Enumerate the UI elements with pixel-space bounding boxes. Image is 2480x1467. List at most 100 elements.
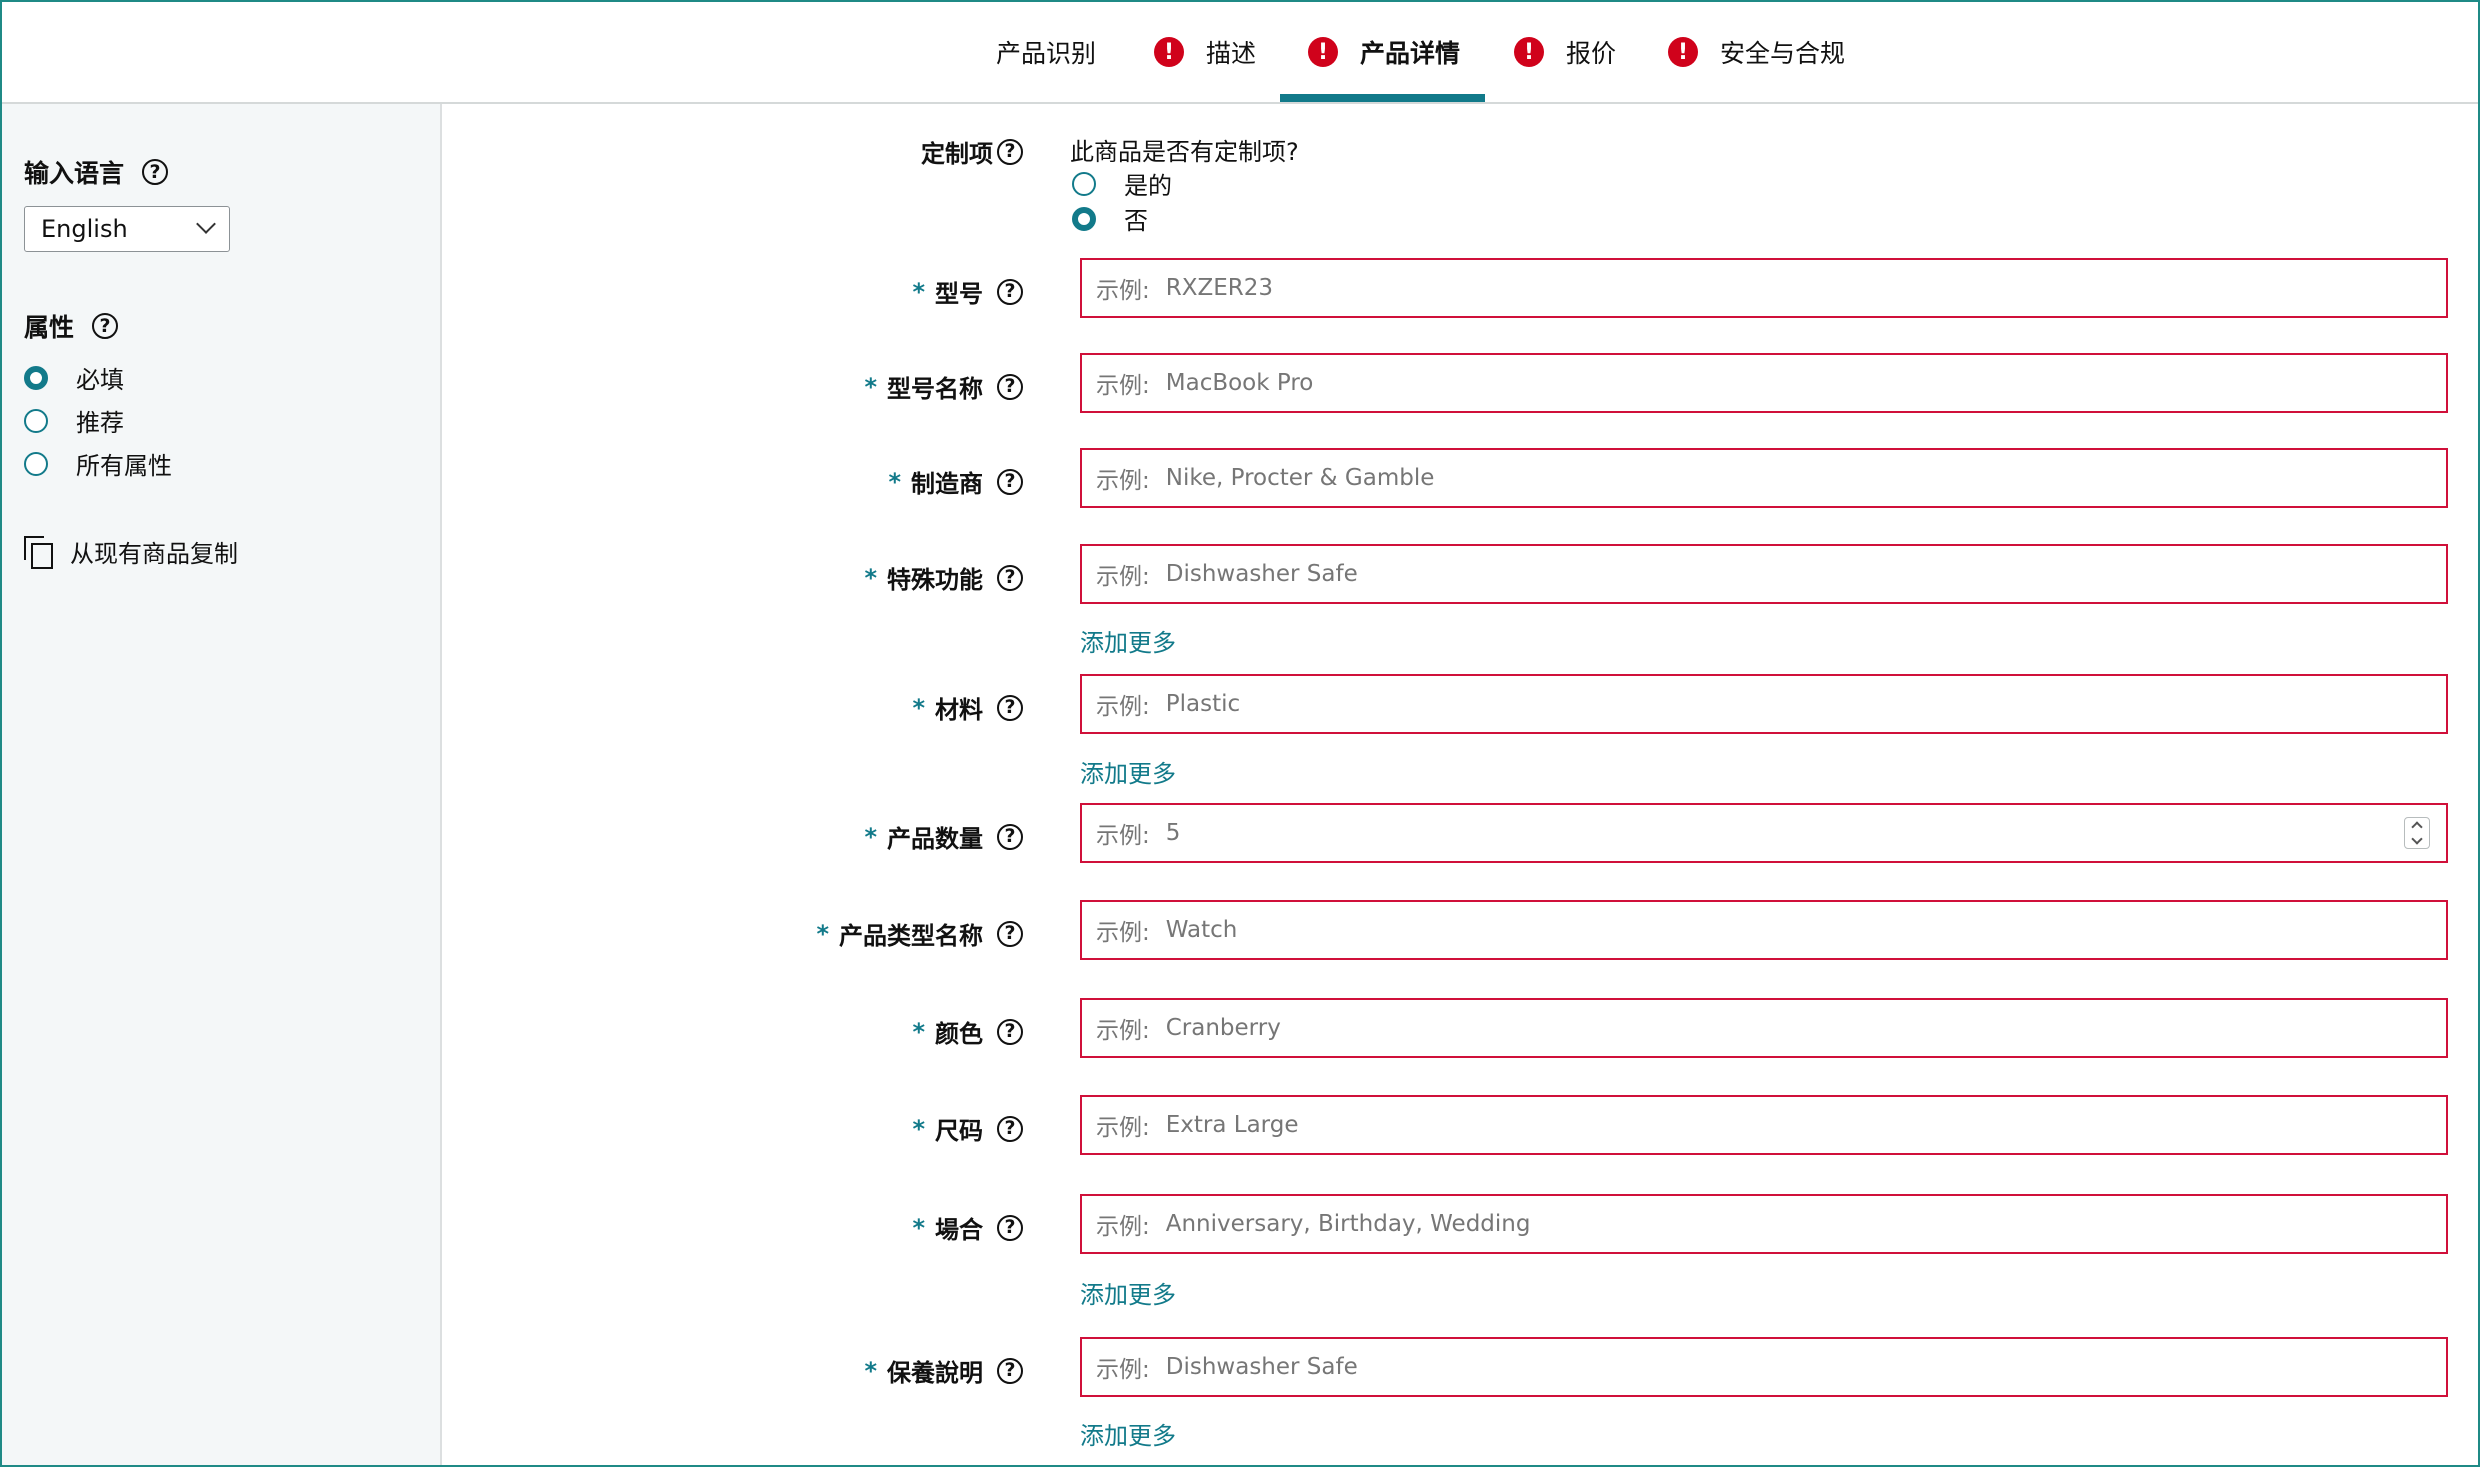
example-prefix: 示例: [1096,1357,1150,1383]
help-icon[interactable]: ? [997,1214,1023,1241]
field-label-manufacturer: * 制造商 ? [888,464,1023,499]
example-prefix: 示例: [1096,1214,1150,1240]
tab-bar: 产品识别 ! 描述 ! 产品详情 ! 报价 ! 安全与合规 [2,2,2478,104]
care-instructions-input[interactable]: 示例: Dishwasher Safe [1080,1337,2448,1397]
placeholder-text: Plastic [1165,691,1241,717]
add-more-link[interactable]: 添加更多 [1080,1416,1176,1451]
occasion-input[interactable]: 示例: Anniversary, Birthday, Wedding [1080,1194,2448,1254]
field-label-text: 材料 [935,696,983,724]
radio-button[interactable] [24,451,48,476]
material-input[interactable]: 示例: Plastic [1080,674,2448,734]
field-label-material: * 材料 ? [912,690,1023,725]
tab-safety-compliance[interactable]: ! 安全与合规 [1668,2,1845,102]
placeholder-text: Dishwasher Safe [1165,561,1358,587]
product-type-name-input[interactable]: 示例: Watch [1080,900,2448,960]
radio-button[interactable] [24,365,48,390]
placeholder-text: Extra Large [1165,1112,1299,1138]
attribute-filter-all[interactable]: 所有属性 [24,446,172,481]
tab-label: 产品详情 [1360,39,1461,68]
required-marker: * [888,467,901,496]
copy-label: 从现有商品复制 [70,540,238,568]
field-label: 定制项 [921,140,993,168]
field-label-occasion: * 場合 ? [912,1210,1023,1245]
attributes-heading-label: 属性 [24,313,75,342]
radio-button[interactable] [1072,206,1096,231]
radio-label: 否 [1124,207,1148,235]
error-icon: ! [1668,37,1698,67]
help-icon[interactable]: ? [997,564,1023,591]
example-prefix: 示例: [1096,823,1150,849]
required-marker: * [864,372,877,401]
size-input[interactable]: 示例: Extra Large [1080,1095,2448,1155]
error-icon: ! [1154,37,1184,67]
tab-label: 描述 [1206,39,1257,68]
chevron-down-icon [196,214,216,234]
attribute-filter-recommended[interactable]: 推荐 [24,403,124,438]
model-number-input[interactable]: 示例: RXZER23 [1080,258,2448,318]
attribute-filter-required[interactable]: 必填 [24,360,124,395]
tab-offer[interactable]: ! 报价 [1514,2,1616,102]
help-icon[interactable]: ? [997,278,1023,305]
add-more-link[interactable]: 添加更多 [1080,623,1176,658]
help-icon[interactable]: ? [997,1115,1023,1142]
active-tab-indicator [1280,94,1485,102]
copy-from-existing-link[interactable]: 从现有商品复制 [24,534,238,569]
required-marker: * [912,693,925,722]
manufacturer-input[interactable]: 示例: Nike, Procter & Gamble [1080,448,2448,508]
placeholder-text: MacBook Pro [1165,370,1314,396]
customization-option-yes[interactable]: 是的 [1072,166,1172,201]
help-icon[interactable]: ? [997,373,1023,400]
help-icon[interactable]: ? [997,920,1023,947]
customization-option-no[interactable]: 否 [1072,201,1148,236]
help-icon[interactable]: ? [997,468,1023,495]
language-select[interactable]: English [24,206,230,252]
help-icon[interactable]: ? [997,1357,1023,1384]
field-label-text: 型号名称 [887,375,983,403]
field-label-text: 場合 [935,1216,983,1244]
language-heading-label: 输入语言 [24,159,125,188]
field-label-text: 颜色 [935,1020,983,1048]
field-label-care-instructions: * 保養說明 ? [864,1353,1023,1388]
number-stepper[interactable] [2404,817,2430,849]
radio-button[interactable] [1072,171,1096,196]
add-more-link[interactable]: 添加更多 [1080,1275,1176,1310]
field-label-model-name: * 型号名称 ? [864,369,1023,404]
help-icon[interactable]: ? [997,138,1023,165]
required-marker: * [912,1017,925,1046]
placeholder-text: Cranberry [1165,1015,1281,1041]
help-icon[interactable]: ? [997,694,1023,721]
help-icon[interactable]: ? [142,159,169,185]
customization-label: 定制项 ? [921,134,1023,169]
placeholder-text: Watch [1165,917,1238,943]
help-icon[interactable]: ? [997,823,1023,850]
error-icon: ! [1514,37,1544,67]
radio-label: 必填 [76,366,124,394]
help-icon[interactable]: ? [997,1018,1023,1045]
field-label-color: * 颜色 ? [912,1014,1023,1049]
tab-product-details[interactable]: ! 产品详情 [1308,2,1460,102]
field-label-text: 特殊功能 [887,566,983,594]
item-quantity-input[interactable]: 示例: 5 [1080,803,2448,863]
help-icon[interactable]: ? [92,313,119,339]
field-label-text: 保養說明 [887,1359,983,1387]
example-prefix: 示例: [1096,468,1150,494]
tab-product-identity[interactable]: 产品识别 [996,2,1096,102]
radio-button[interactable] [24,408,48,433]
field-label-text: 制造商 [911,470,983,498]
model-name-input[interactable]: 示例: MacBook Pro [1080,353,2448,413]
tab-description[interactable]: ! 描述 [1154,2,1256,102]
special-feature-input[interactable]: 示例: Dishwasher Safe [1080,544,2448,604]
example-prefix: 示例: [1096,278,1150,304]
example-prefix: 示例: [1096,920,1150,946]
radio-label: 所有属性 [76,452,172,480]
add-more-link[interactable]: 添加更多 [1080,754,1176,789]
placeholder-text: 5 [1165,820,1181,846]
copy-icon [24,535,54,569]
field-label-text: 尺码 [935,1117,983,1145]
language-heading: 输入语言 ? [24,154,169,190]
customization-question: 此商品是否有定制项? [1070,138,1299,166]
field-label-model-number: * 型号 ? [912,274,1023,309]
field-label-text: 产品数量 [887,825,983,853]
example-prefix: 示例: [1096,1018,1150,1044]
color-input[interactable]: 示例: Cranberry [1080,998,2448,1058]
